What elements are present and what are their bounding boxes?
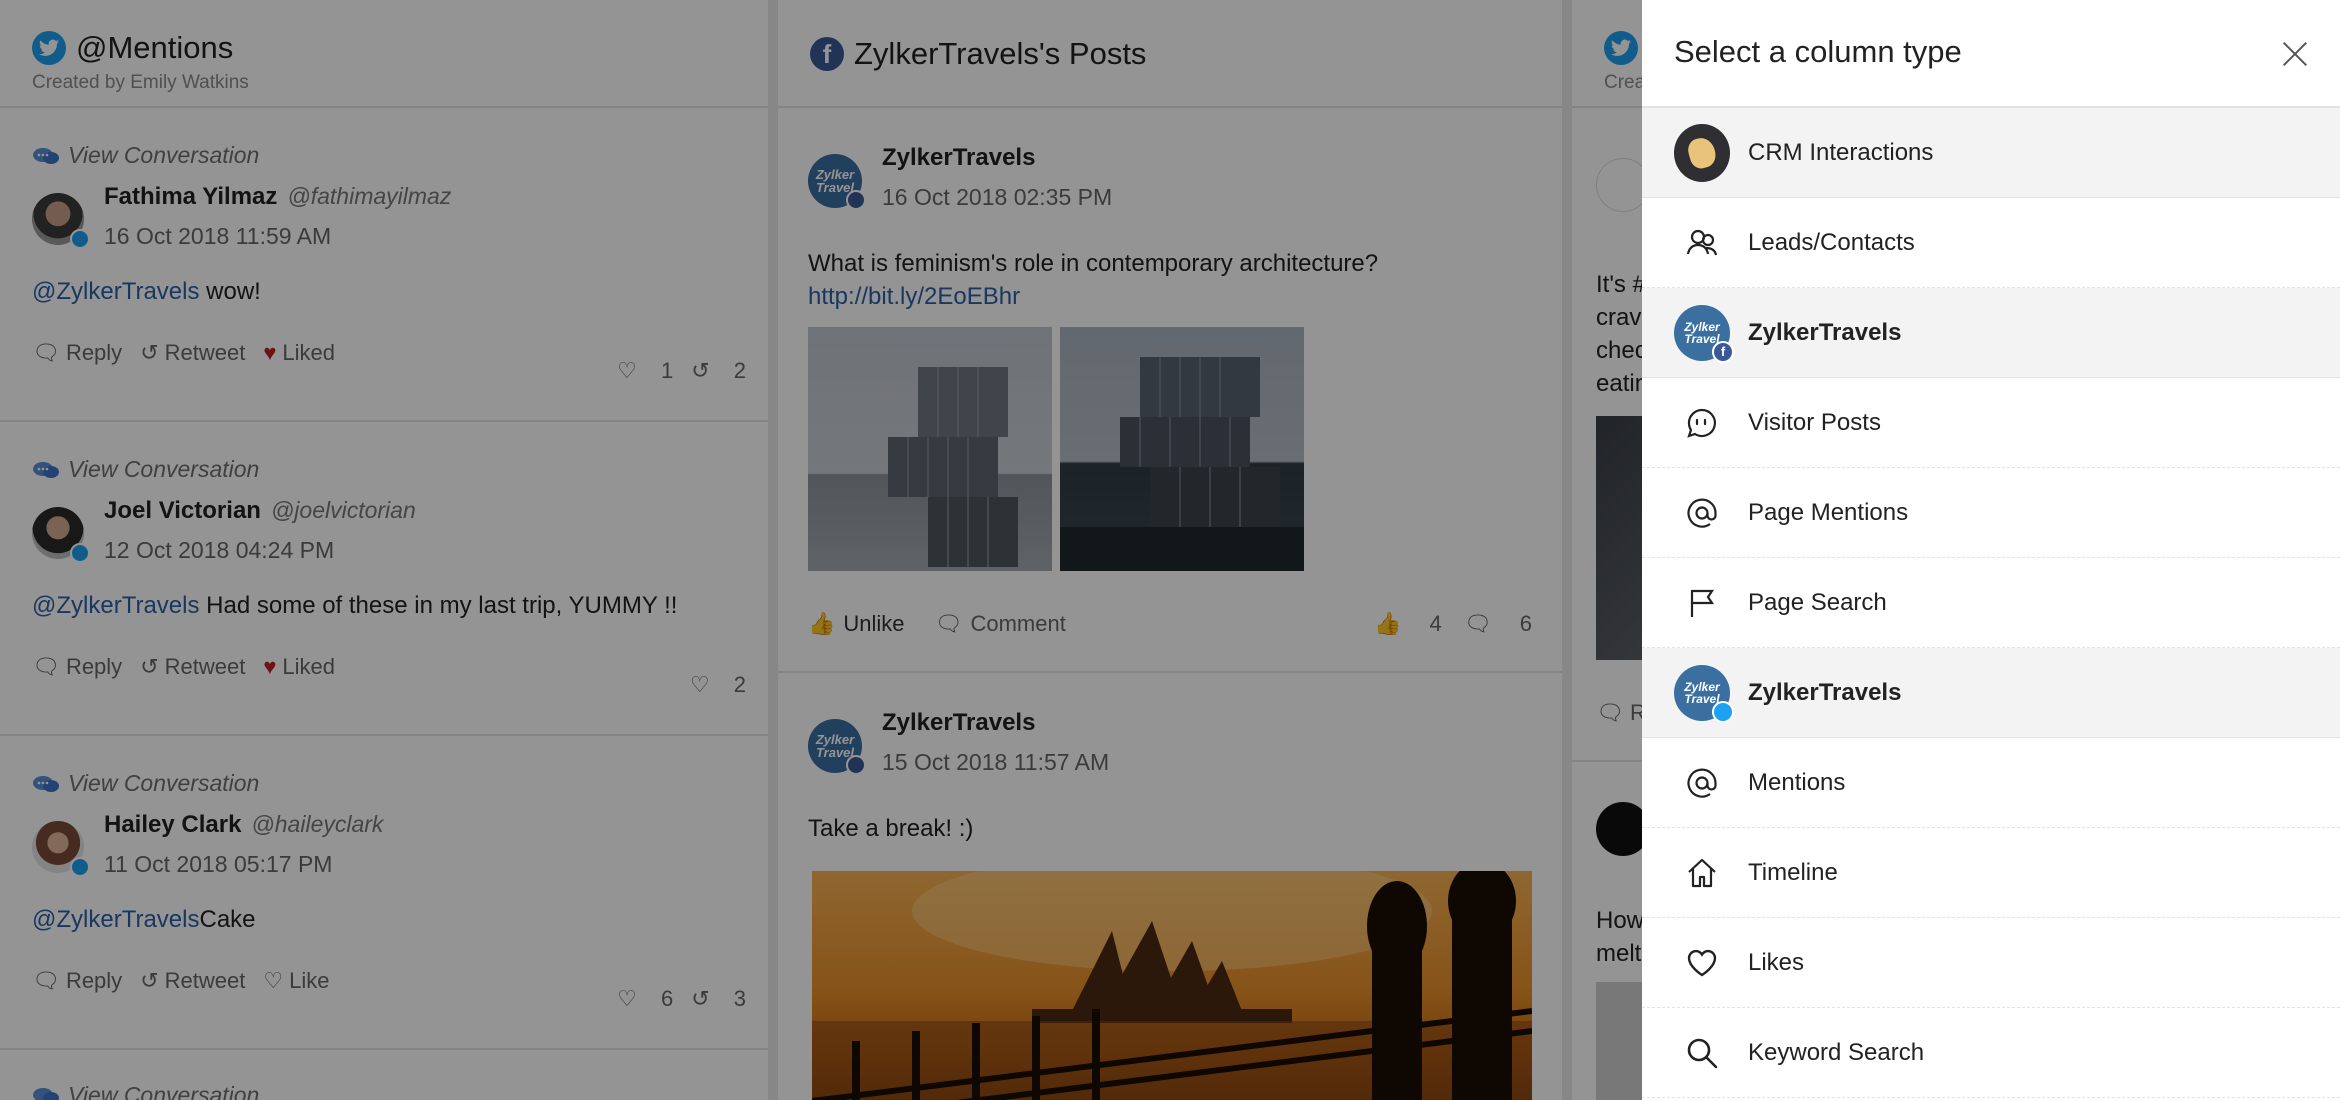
flag-icon [1685, 586, 1719, 620]
option-visitor-posts[interactable]: Visitor Posts [1642, 378, 2340, 468]
crm-avatar-icon [1674, 123, 1730, 182]
option-facebook-page[interactable]: Zylker Travel f ZylkerTravels [1642, 288, 2340, 378]
at-sign-icon [1685, 766, 1719, 800]
facebook-page-avatar: Zylker Travel f [1674, 304, 1734, 363]
option-twitter-account[interactable]: Zylker Travel ZylkerTravels [1642, 648, 2340, 738]
quote-bubble-icon [1685, 406, 1719, 440]
at-sign-icon [1685, 496, 1719, 530]
option-crm-interactions[interactable]: CRM Interactions [1642, 108, 2340, 198]
option-page-search[interactable]: Page Search [1642, 558, 2340, 648]
search-icon [1685, 1036, 1719, 1070]
close-icon[interactable] [2280, 40, 2310, 70]
heart-icon [1685, 946, 1719, 980]
contacts-icon [1685, 226, 1719, 260]
option-likes[interactable]: Likes [1642, 918, 2340, 1008]
option-timeline[interactable]: Timeline [1642, 828, 2340, 918]
facebook-badge-icon: f [1712, 340, 1734, 363]
option-mentions[interactable]: Mentions [1642, 738, 2340, 828]
home-icon [1685, 856, 1719, 890]
twitter-account-avatar: Zylker Travel [1674, 664, 1734, 723]
option-page-mentions[interactable]: Page Mentions [1642, 468, 2340, 558]
option-keyword-search[interactable]: Keyword Search [1642, 1008, 2340, 1098]
column-type-panel: Select a column type CRM Interactions Le… [1642, 0, 2340, 1100]
panel-title: Select a column type [1674, 34, 1962, 69]
option-leads-contacts[interactable]: Leads/Contacts [1642, 198, 2340, 288]
twitter-badge-icon [1712, 700, 1734, 723]
